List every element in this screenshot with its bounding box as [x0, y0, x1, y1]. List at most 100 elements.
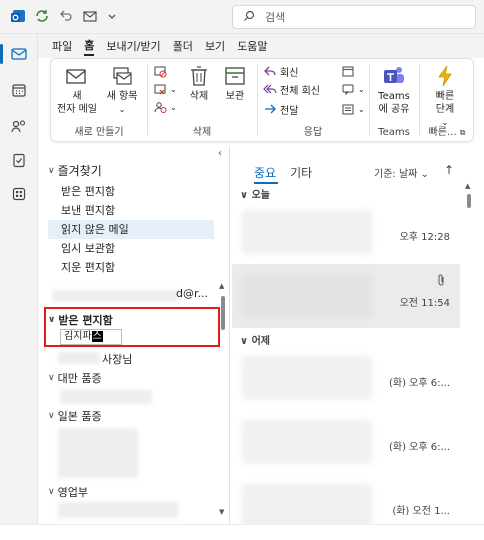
- message-scrollbar[interactable]: ▲: [465, 182, 472, 518]
- group-today[interactable]: ∨ 오늘: [240, 186, 270, 201]
- tab-other[interactable]: 기타: [290, 164, 312, 181]
- account-header[interactable]: d@r...: [176, 287, 208, 300]
- tab-home[interactable]: 홈: [84, 37, 95, 56]
- message-row[interactable]: 오후 12:28: [232, 200, 460, 264]
- delete-label: 삭제: [189, 91, 209, 102]
- message-row[interactable]: (화) 오전 1...: [232, 474, 460, 524]
- meeting-button[interactable]: [341, 63, 358, 79]
- search-input[interactable]: 검색: [232, 5, 476, 29]
- undo-icon[interactable]: [58, 8, 74, 24]
- tab-help[interactable]: 도움말: [237, 38, 267, 54]
- message-list-tabs: 중요 기타: [232, 162, 476, 182]
- mail-icon[interactable]: [0, 40, 38, 68]
- ignore-button[interactable]: [153, 63, 170, 79]
- quick-steps-button[interactable]: 빠른 단계 ⌄: [423, 63, 467, 129]
- delete-button[interactable]: 삭제: [181, 63, 217, 103]
- status-bar: [0, 524, 484, 540]
- scroll-down-icon[interactable]: ▼: [219, 508, 224, 516]
- im-button[interactable]: ⌄: [341, 81, 365, 97]
- folder-item-unread[interactable]: 읽지 않은 메일: [48, 220, 214, 239]
- junk-button[interactable]: ⌄: [153, 99, 177, 115]
- chevron-down-icon: ∨: [48, 487, 55, 497]
- folder-group-sales[interactable]: ∨ 영업부: [48, 484, 88, 500]
- group-yesterday[interactable]: ∨ 어제: [240, 332, 270, 347]
- tab-file[interactable]: 파일: [52, 38, 72, 54]
- message-scroll-thumb[interactable]: [467, 194, 471, 208]
- people-icon[interactable]: [0, 112, 38, 140]
- forward-icon: [263, 102, 277, 116]
- subfolder-redacted: [58, 502, 178, 518]
- message-time: 오전 11:54: [399, 298, 450, 309]
- reply-button[interactable]: 회신: [263, 63, 298, 79]
- share-to-teams-button[interactable]: Teams 에 공유: [373, 63, 415, 116]
- folder-item-sent[interactable]: 보낸 편지함: [48, 201, 214, 220]
- apps-icon[interactable]: [0, 180, 38, 208]
- folder-group-sales-label: 영업부: [57, 486, 88, 499]
- reply-all-label: 전체 회신: [280, 85, 320, 97]
- folder-pane: ‹ ∨ 즐겨찾기 받은 편지함 보낸 편지함 읽지 않은 메일 임시 보관함 지…: [38, 146, 230, 524]
- junk-icon: [153, 100, 167, 114]
- cleanup-icon: [153, 82, 167, 96]
- folder-scroll-thumb[interactable]: [221, 296, 225, 330]
- sort-direction-icon[interactable]: ↑: [444, 163, 454, 177]
- cleanup-button[interactable]: ⌄: [153, 81, 177, 97]
- message-preview-redacted: [242, 274, 372, 318]
- folder-scrollbar[interactable]: ▲ ▼: [219, 282, 226, 520]
- mail-icon[interactable]: [82, 8, 98, 24]
- ribbon-separator: [369, 65, 370, 135]
- message-preview-redacted: [242, 356, 372, 400]
- chevron-down-icon: ⌄: [358, 84, 365, 94]
- new-email-button[interactable]: 새 전자 메일: [55, 63, 99, 116]
- tasks-icon[interactable]: [0, 146, 38, 174]
- archive-label: 보관: [225, 91, 245, 102]
- ribbon-group-teams-label: Teams: [378, 127, 410, 138]
- forward-button[interactable]: 전달: [263, 101, 298, 117]
- ribbon-group-new: 새 전자 메일 새 항목 ⌄ 새로 만들기: [51, 59, 147, 141]
- sync-icon[interactable]: [34, 8, 50, 24]
- message-time: (화) 오후 6:...: [388, 442, 450, 453]
- tab-view[interactable]: 보기: [205, 38, 225, 54]
- folder-item-deleted[interactable]: 지운 편지함: [48, 258, 214, 277]
- message-time: (화) 오후 6:...: [388, 378, 450, 389]
- collapse-pane-icon[interactable]: ‹: [218, 148, 222, 159]
- folder-item-drafts[interactable]: 임시 보관함: [48, 239, 214, 258]
- subfolder-item[interactable]: 사장님: [102, 351, 132, 367]
- folder-group-taiwan[interactable]: ∨ 대만 품증: [48, 370, 102, 386]
- ribbon-group-respond: 회신 전체 회신 전달 ⌄ ⌄ 응답: [259, 59, 367, 141]
- chevron-down-icon: ∨: [48, 373, 55, 383]
- chevron-down-icon[interactable]: [104, 8, 120, 24]
- sort-by-dropdown[interactable]: 기준: 날짜 ⌄: [374, 165, 429, 180]
- reply-all-icon: [263, 82, 277, 96]
- favorites-header[interactable]: ∨ 즐겨찾기: [48, 162, 102, 179]
- forward-label: 전달: [280, 105, 299, 117]
- folder-group-japan[interactable]: ∨ 일본 품증: [48, 408, 102, 424]
- tab-focused[interactable]: 중요: [254, 164, 276, 181]
- favorites-title: 즐겨찾기: [57, 164, 102, 178]
- message-row[interactable]: (화) 오후 6:...: [232, 346, 460, 410]
- reply-icon: [263, 64, 277, 78]
- reply-all-button[interactable]: 전체 회신: [263, 81, 320, 97]
- tab-send-receive[interactable]: 보내기/받기: [106, 38, 160, 54]
- share-teams-label-2: 에 공유: [378, 104, 410, 115]
- folder-item-inbox-fav[interactable]: 받은 편지함: [48, 182, 214, 201]
- scroll-up-icon[interactable]: ▲: [219, 282, 224, 290]
- dialog-launcher-icon[interactable]: ⧉: [460, 128, 466, 137]
- ribbon-separator: [419, 65, 420, 135]
- account-name-redacted: [52, 290, 178, 302]
- chevron-down-icon: ⌄: [170, 84, 177, 94]
- subfolder-redacted: [58, 428, 138, 478]
- calendar-icon[interactable]: [0, 76, 38, 104]
- archive-button[interactable]: 보관: [217, 63, 253, 103]
- ribbon-group-teams: Teams 에 공유 Teams: [371, 59, 417, 141]
- share-teams-label-1: Teams: [378, 91, 410, 102]
- scroll-up-icon[interactable]: ▲: [465, 182, 470, 190]
- ribbon-separator: [147, 65, 148, 135]
- tab-folder[interactable]: 폴더: [173, 38, 193, 54]
- active-tab-indicator: [254, 182, 278, 184]
- message-preview-redacted: [242, 420, 372, 464]
- message-row-selected[interactable]: 오전 11:54: [232, 264, 460, 328]
- more-respond-button[interactable]: ⌄: [341, 101, 365, 117]
- message-row[interactable]: (화) 오후 6:...: [232, 410, 460, 474]
- quick-steps-label-1: 빠른: [435, 91, 455, 102]
- new-items-button[interactable]: 새 항목 ⌄: [101, 63, 143, 116]
